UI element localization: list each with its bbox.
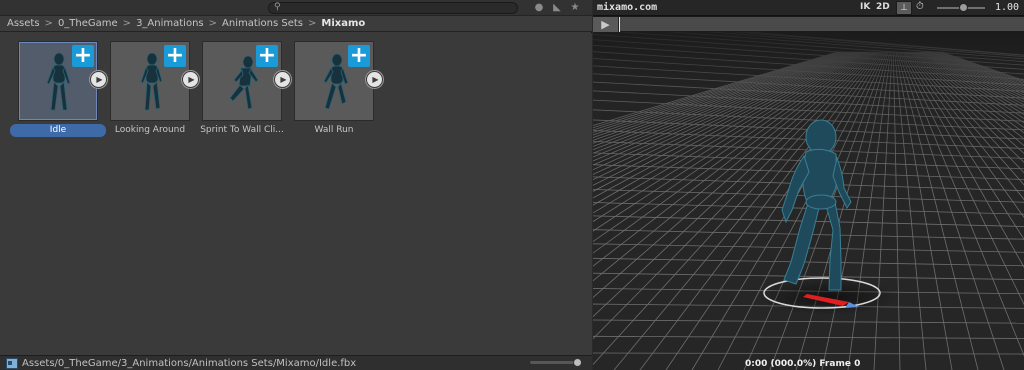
playback-speed-slider[interactable] <box>937 3 985 12</box>
favorite-star-icon[interactable]: ★ <box>569 2 581 14</box>
asset-thumbnail[interactable]: + <box>110 41 190 121</box>
breadcrumb-item-animations-sets[interactable]: Animations Sets <box>222 18 303 29</box>
asset-tile[interactable]: + ▶ Looking Around <box>102 41 199 136</box>
slider-handle[interactable] <box>573 358 582 367</box>
slider-handle[interactable] <box>959 3 968 12</box>
thumbnail-size-slider[interactable] <box>530 358 582 367</box>
status-bar: Assets/0_TheGame/3_Animations/Animations… <box>0 355 592 370</box>
breadcrumb: Assets > 0_TheGame > 3_Animations > Anim… <box>0 16 592 32</box>
prefab-file-icon <box>6 357 18 369</box>
animation-preview-panel: mixamo.com IK 2D ⊥ ⏱ 1.00 ▶ 0:00 (000.0%… <box>593 0 1024 370</box>
breadcrumb-separator: > <box>122 18 132 29</box>
type-filter-icon[interactable]: ● <box>533 2 545 14</box>
selected-asset-path: Assets/0_TheGame/3_Animations/Animations… <box>22 357 357 369</box>
asset-tile[interactable]: + ▶ Wall Run <box>286 41 383 136</box>
preview-header: mixamo.com IK 2D ⊥ ⏱ 1.00 <box>593 0 1024 16</box>
add-icon[interactable]: + <box>164 45 186 67</box>
add-icon[interactable]: + <box>348 45 370 67</box>
add-icon[interactable]: + <box>256 45 278 67</box>
asset-label: Sprint To Wall Cli... <box>200 125 284 135</box>
asset-thumbnail[interactable]: + <box>294 41 374 121</box>
breadcrumb-separator: > <box>308 18 317 29</box>
search-icon: ⚲ <box>274 2 281 12</box>
project-browser-panel: ⚲ ● ◣ ★ Assets > 0_TheGame > 3_Animation… <box>0 0 592 370</box>
asset-thumbnail[interactable]: + <box>18 41 98 121</box>
breadcrumb-item-assets[interactable]: Assets <box>7 18 40 29</box>
2d-toggle[interactable]: 2D <box>876 2 890 12</box>
asset-label: Wall Run <box>314 125 354 135</box>
breadcrumb-item-mixamo[interactable]: Mixamo <box>321 18 365 29</box>
breadcrumb-item-animations[interactable]: 3_Animations <box>136 18 204 29</box>
ik-toggle[interactable]: IK <box>860 2 870 12</box>
project-toolbar: ⚲ ● ◣ ★ <box>0 0 592 16</box>
3d-viewport[interactable] <box>593 32 1024 370</box>
preview-title: mixamo.com <box>597 2 658 13</box>
asset-tile[interactable]: + ▶ Idle <box>10 41 107 137</box>
playhead[interactable] <box>619 17 620 32</box>
asset-thumbnail[interactable]: + <box>202 41 282 121</box>
frame-readout: 0:00 (000.0%) Frame 0 <box>745 359 861 369</box>
play-icon[interactable]: ▶ <box>366 71 383 88</box>
asset-label: Idle <box>10 124 106 137</box>
playback-speed-icon: ⏱ <box>916 1 924 12</box>
breadcrumb-separator: > <box>208 18 218 29</box>
pivot-icon[interactable]: ⊥ <box>896 1 912 15</box>
asset-label: Looking Around <box>114 125 186 135</box>
timeline-bar[interactable]: ▶ <box>593 17 1024 32</box>
playback-speed-value: 1.00 <box>995 2 1020 13</box>
add-icon[interactable]: + <box>72 45 94 67</box>
breadcrumb-item-thegame[interactable]: 0_TheGame <box>58 18 118 29</box>
asset-tile[interactable]: + ▶ Sprint To Wall Cli... <box>194 41 291 136</box>
asset-grid: + ▶ Idle + ▶ Looking Around + ▶ Sprint T… <box>0 33 592 355</box>
label-filter-icon[interactable]: ◣ <box>551 2 563 14</box>
play-button[interactable]: ▶ <box>593 17 619 32</box>
breadcrumb-separator: > <box>44 18 53 29</box>
search-input[interactable]: ⚲ <box>268 2 518 14</box>
